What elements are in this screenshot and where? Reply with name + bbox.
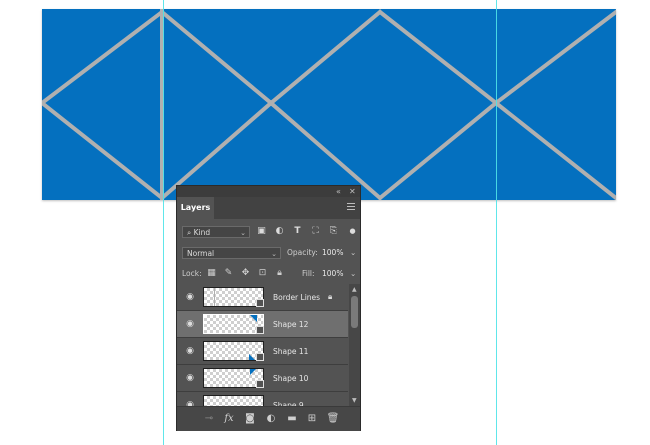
eye-icon[interactable]: ◉: [184, 292, 196, 302]
shape-badge-icon: [256, 380, 264, 388]
eye-icon[interactable]: ◉: [184, 373, 196, 383]
guide-line[interactable]: [496, 0, 497, 445]
layer-name: Shape 9: [273, 401, 304, 406]
pattern-line: [493, 100, 616, 200]
toggle-dot-icon[interactable]: ●: [347, 226, 358, 237]
blend-row: Normal ⌄ Opacity: 100% ⌄: [177, 244, 360, 262]
chevron-down-icon[interactable]: ⌄: [350, 268, 356, 280]
brush-icon[interactable]: ✎: [223, 268, 234, 279]
pattern-line: [159, 100, 274, 200]
guide-line[interactable]: [163, 0, 164, 445]
layer-row-border-lines[interactable]: ◉ Border Lines 🔒︎: [177, 284, 348, 311]
opacity-label: Opacity:: [287, 248, 318, 257]
fx-icon[interactable]: fx: [222, 412, 236, 426]
shape-badge-icon: [256, 353, 264, 361]
fill-field[interactable]: 100%: [322, 268, 343, 280]
lock-label: Lock:: [182, 269, 202, 278]
lock-icon[interactable]: 🔒︎: [274, 268, 285, 279]
lock-icon: 🔒︎: [328, 292, 333, 301]
pattern-line: [42, 100, 165, 200]
lock-transparency-icon[interactable]: ▦: [206, 268, 217, 279]
close-panel-button[interactable]: ✕: [349, 186, 356, 197]
chevron-down-icon: ⌄: [271, 250, 277, 258]
smart-object-icon[interactable]: ⎘: [328, 226, 339, 237]
eye-icon[interactable]: ◉: [184, 346, 196, 356]
scroll-down-icon[interactable]: ▼: [352, 397, 357, 404]
artboard-icon[interactable]: ⊡: [257, 268, 268, 279]
move-icon[interactable]: ✥: [240, 268, 251, 279]
pattern-line: [42, 9, 165, 106]
link-icon[interactable]: ⊸: [202, 412, 216, 426]
type-icon[interactable]: T: [292, 226, 303, 237]
tab-layers[interactable]: Layers: [177, 197, 214, 219]
mask-icon[interactable]: ◙: [243, 412, 257, 426]
layer-name: Shape 10: [273, 374, 309, 383]
layer-name: Shape 12: [273, 320, 309, 329]
pattern-line: [268, 9, 383, 106]
layer-list-scrollbar[interactable]: ▲ ▼: [349, 284, 360, 406]
image-icon[interactable]: ▣: [256, 226, 267, 237]
layer-row-shape-11[interactable]: ◉ Shape 11: [177, 338, 348, 365]
opacity-field[interactable]: 100%: [322, 247, 343, 259]
layer-name: Shape 11: [273, 347, 309, 356]
layer-thumbnail: [203, 287, 264, 307]
layer-list: ◉ Border Lines 🔒︎ ◉ Shape 12 ◉ Shape 11: [177, 284, 348, 406]
folder-icon[interactable]: ▬: [285, 412, 299, 426]
pattern-line: [377, 9, 499, 106]
panel-tab-row: Layers: [177, 197, 360, 219]
layer-row-shape-10[interactable]: ◉ Shape 10: [177, 365, 348, 392]
chevron-down-icon: ⌄: [240, 229, 246, 237]
shape-badge-icon: [256, 299, 264, 307]
layer-thumbnail: [203, 314, 264, 334]
filter-row: ⌕ Kind ⌄ ▣ ◐ T ⛶ ⎘ ●: [177, 223, 360, 241]
collapse-panel-button[interactable]: «: [336, 186, 341, 197]
eye-icon[interactable]: ◉: [184, 319, 196, 329]
layer-thumbnail: [203, 368, 264, 388]
layer-thumbnail: [203, 395, 264, 406]
chevron-down-icon[interactable]: ⌄: [350, 247, 356, 259]
scroll-up-icon[interactable]: ▲: [352, 286, 357, 293]
artboard: [42, 9, 616, 200]
pattern-line: [268, 100, 383, 200]
search-icon: ⌕: [187, 228, 192, 237]
layer-name: Border Lines: [273, 293, 321, 302]
pattern-line: [377, 100, 499, 200]
shape-badge-icon: [256, 326, 264, 334]
new-layer-icon[interactable]: ⊞: [305, 412, 319, 426]
blend-mode-dropdown[interactable]: Normal ⌄: [182, 247, 281, 259]
layer-row-shape-9[interactable]: ◉ Shape 9: [177, 392, 348, 406]
adjustment-icon[interactable]: ◐: [264, 412, 278, 426]
layers-panel: « ✕ Layers ⌕ Kind ⌄ ▣ ◐ T ⛶ ⎘ ● Normal ⌄…: [176, 185, 361, 431]
panel-title-bar[interactable]: « ✕: [177, 186, 360, 197]
scroll-thumb[interactable]: [351, 296, 358, 328]
panel-menu-icon[interactable]: [347, 203, 355, 212]
lock-row: Lock: ▦ ✎ ✥ ⊡ 🔒︎ Fill: 100% ⌄: [177, 265, 360, 283]
pattern-line: [493, 9, 616, 106]
panel-bottom-bar: ⊸ fx ◙ ◐ ▬ ⊞ 🗑︎: [177, 406, 360, 431]
pattern-line: [159, 9, 274, 106]
layer-thumbnail: [203, 341, 264, 361]
triangle-pattern: [42, 9, 616, 200]
filter-kind-dropdown[interactable]: ⌕ Kind ⌄: [182, 226, 250, 238]
layer-row-shape-12[interactable]: ◉ Shape 12: [177, 311, 348, 338]
trash-icon[interactable]: 🗑︎: [326, 412, 340, 426]
filter-kind-value: Kind: [193, 228, 211, 237]
fill-label: Fill:: [302, 269, 315, 278]
shape-icon[interactable]: ⛶: [310, 226, 321, 237]
blend-mode-value: Normal: [187, 249, 215, 258]
half-circle-icon[interactable]: ◐: [274, 226, 285, 237]
